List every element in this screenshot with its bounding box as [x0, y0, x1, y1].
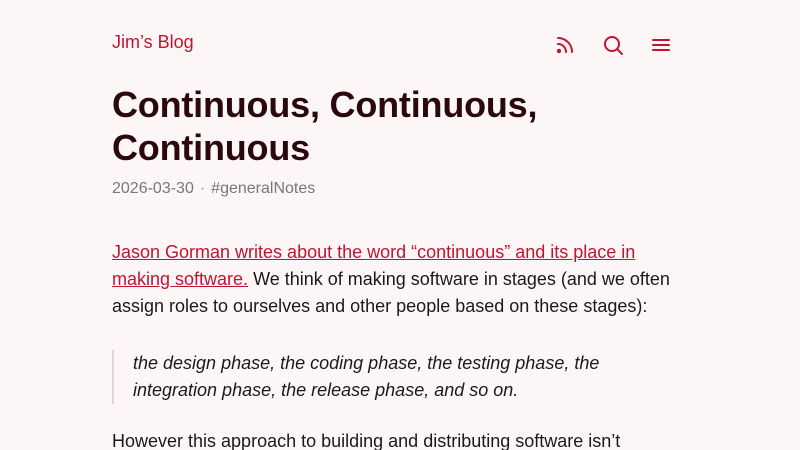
site-title-link[interactable]: Jim’s Blog [112, 32, 194, 52]
after-quote-paragraph: However this approach to building and di… [112, 431, 621, 450]
rss-icon[interactable] [554, 34, 576, 56]
site-header: Jim’s Blog [112, 30, 688, 58]
meta-separator: · [199, 180, 206, 197]
search-icon[interactable] [602, 34, 624, 56]
post-title: Continuous, Continuous, Continuous [112, 84, 538, 168]
post-body: Jason Gorman writes about the word “cont… [112, 239, 688, 320]
intro-paragraph: Jason Gorman writes about the word “cont… [112, 239, 688, 320]
post-date: 2026-03-30 [112, 180, 194, 197]
post-meta: 2026-03-30 · #generalNotes [112, 179, 315, 199]
post-tag-link[interactable]: #generalNotes [211, 180, 315, 197]
blockquote: the design phase, the coding phase, the … [112, 350, 688, 404]
menu-icon[interactable] [650, 34, 672, 56]
